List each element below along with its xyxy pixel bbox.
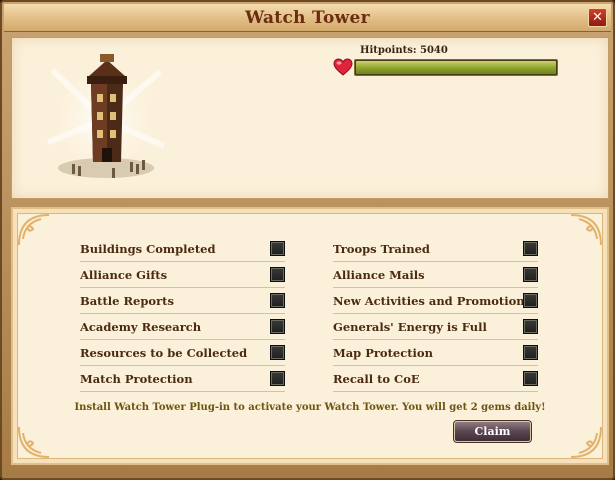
option-row: Map Protection bbox=[333, 340, 538, 366]
option-label: Match Protection bbox=[80, 371, 193, 386]
option-checkbox[interactable] bbox=[523, 345, 538, 360]
tower-info-panel: Hitpoints: 5040 bbox=[11, 37, 609, 199]
option-label: Battle Reports bbox=[80, 293, 174, 308]
option-label: New Activities and Promotions bbox=[333, 293, 532, 308]
notifications-panel: Buildings Completed Alliance Gifts Battl… bbox=[11, 207, 609, 465]
ornament-corner bbox=[18, 426, 50, 458]
option-checkbox[interactable] bbox=[270, 241, 285, 256]
option-row: Academy Research bbox=[80, 314, 285, 340]
option-label: Troops Trained bbox=[333, 241, 430, 256]
option-checkbox[interactable] bbox=[270, 293, 285, 308]
ornament-corner bbox=[18, 214, 50, 246]
option-row: Generals' Energy is Full bbox=[333, 314, 538, 340]
plugin-note: Install Watch Tower Plug-in to activate … bbox=[74, 402, 546, 413]
ornament-corner bbox=[570, 426, 602, 458]
option-label: Alliance Gifts bbox=[80, 267, 168, 282]
hitpoints-bar bbox=[354, 59, 558, 76]
title-bar: Watch Tower ✕ bbox=[4, 4, 611, 32]
option-row: Troops Trained bbox=[333, 236, 538, 262]
option-checkbox[interactable] bbox=[270, 345, 285, 360]
watch-tower-icon bbox=[42, 54, 166, 182]
option-checkbox[interactable] bbox=[523, 371, 538, 386]
option-row: New Activities and Promotions bbox=[333, 288, 538, 314]
option-checkbox[interactable] bbox=[270, 319, 285, 334]
option-row: Alliance Mails bbox=[333, 262, 538, 288]
option-checkbox[interactable] bbox=[270, 371, 285, 386]
option-row: Recall to CoE bbox=[333, 366, 538, 392]
option-checkbox[interactable] bbox=[523, 267, 538, 282]
option-row: Buildings Completed bbox=[80, 236, 285, 262]
option-checkbox[interactable] bbox=[523, 319, 538, 334]
option-row: Resources to be Collected bbox=[80, 340, 285, 366]
option-label: Recall to CoE bbox=[333, 371, 420, 386]
window-title: Watch Tower bbox=[245, 8, 370, 28]
option-row: Alliance Gifts bbox=[80, 262, 285, 288]
claim-button[interactable]: Claim bbox=[454, 421, 531, 442]
close-button[interactable]: ✕ bbox=[588, 8, 607, 27]
option-label: Academy Research bbox=[80, 319, 202, 334]
option-checkbox[interactable] bbox=[270, 267, 285, 282]
option-row: Battle Reports bbox=[80, 288, 285, 314]
ornament-corner bbox=[570, 214, 602, 246]
option-checkbox[interactable] bbox=[523, 293, 538, 308]
option-label: Map Protection bbox=[333, 345, 433, 360]
hitpoints-label: Hitpoints: 5040 bbox=[360, 45, 448, 56]
option-label: Alliance Mails bbox=[333, 267, 425, 282]
left-option-list: Buildings Completed Alliance Gifts Battl… bbox=[80, 236, 285, 392]
watch-tower-window: Watch Tower ✕ Hitpoints: 5040 Buildings … bbox=[0, 0, 615, 480]
option-checkbox[interactable] bbox=[523, 241, 538, 256]
hitpoints-fill bbox=[356, 61, 556, 74]
heart-icon bbox=[333, 58, 353, 76]
right-option-list: Troops Trained Alliance Mails New Activi… bbox=[333, 236, 538, 392]
option-label: Generals' Energy is Full bbox=[333, 319, 487, 334]
option-row: Match Protection bbox=[80, 366, 285, 392]
option-label: Buildings Completed bbox=[80, 241, 216, 256]
close-icon: ✕ bbox=[592, 10, 603, 25]
option-label: Resources to be Collected bbox=[80, 345, 248, 360]
